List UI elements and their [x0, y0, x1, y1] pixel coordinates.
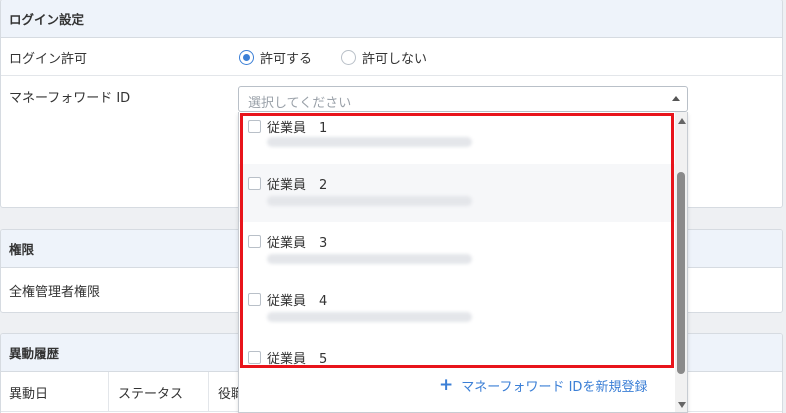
checkbox[interactable] — [248, 235, 261, 248]
option-name: 従業員 3 — [267, 236, 328, 251]
scrollbar-thumb[interactable] — [677, 172, 685, 374]
column-header-status: ステータス — [118, 387, 184, 402]
mf-id-label: マネーフォワード ID — [9, 91, 131, 106]
checkbox[interactable] — [248, 351, 261, 364]
dropdown-option[interactable]: 従業員 1 — [239, 112, 675, 170]
dropdown-option[interactable]: 従業員 4 — [239, 280, 675, 338]
mf-id-dropdown[interactable]: 従業員 1 従業員 2 従業員 3 従業員 4 従業員 5 + マネーフォワード… — [238, 112, 688, 413]
caret-up-icon[interactable] — [672, 96, 680, 101]
dropdown-option[interactable]: 従業員 5 — [239, 338, 675, 368]
column-divider — [208, 372, 209, 412]
dropdown-option[interactable]: 従業員 2 — [239, 164, 675, 222]
radio-deny-label: 許可しない — [362, 52, 428, 67]
option-name: 従業員 1 — [267, 121, 328, 136]
checkbox[interactable] — [248, 293, 261, 306]
redacted-email — [267, 196, 472, 206]
redacted-email — [267, 312, 472, 322]
redacted-email — [267, 137, 472, 147]
dropdown-option[interactable]: 従業員 3 — [239, 222, 675, 280]
radio-selected-icon[interactable] — [239, 50, 254, 65]
login-settings-title: ログイン設定 — [1, 0, 782, 38]
scroll-down-icon[interactable] — [678, 402, 686, 408]
column-header-date: 異動日 — [9, 387, 49, 402]
mf-id-select[interactable]: 選択してください — [238, 86, 688, 112]
option-name: 従業員 4 — [267, 294, 328, 309]
radio-deny[interactable]: 許可しない — [341, 48, 427, 67]
plus-icon: + — [439, 375, 454, 395]
column-divider — [108, 372, 109, 412]
redacted-email — [267, 254, 472, 264]
radio-unselected-icon[interactable] — [341, 50, 356, 65]
login-permission-row: ログイン許可 許可する 許可しない — [1, 38, 782, 76]
login-permission-label: ログイン許可 — [9, 52, 88, 67]
checkbox[interactable] — [248, 177, 261, 190]
dropdown-scrollbar[interactable] — [675, 112, 687, 412]
add-mf-id-link[interactable]: + マネーフォワード IDを新規登録 — [439, 375, 648, 396]
option-name: 従業員 2 — [267, 178, 328, 193]
radio-allow-label: 許可する — [260, 52, 313, 67]
scroll-up-icon[interactable] — [678, 118, 686, 124]
admin-permission-label: 全権管理者権限 — [9, 285, 101, 300]
checkbox[interactable] — [248, 120, 261, 133]
option-name: 従業員 5 — [267, 352, 328, 367]
mf-id-select-placeholder: 選択してください — [248, 96, 352, 111]
radio-allow[interactable]: 許可する — [239, 48, 312, 67]
add-mf-id-label: マネーフォワード IDを新規登録 — [461, 380, 648, 395]
